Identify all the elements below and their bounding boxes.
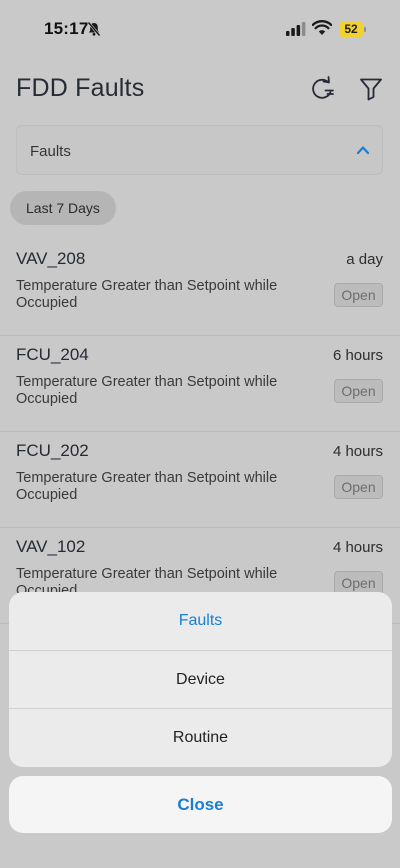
fault-list: VAV_208 a day Temperature Greater than S… bbox=[0, 240, 400, 624]
signal-icon bbox=[286, 22, 306, 36]
action-sheet: Faults Device Routine bbox=[9, 592, 392, 767]
fault-device-name: VAV_208 bbox=[16, 249, 86, 268]
close-button[interactable]: Close bbox=[9, 776, 392, 833]
fault-type-dropdown[interactable]: Faults bbox=[16, 125, 383, 175]
wifi-icon bbox=[312, 20, 332, 35]
sheet-option-routine[interactable]: Routine bbox=[9, 709, 392, 767]
battery-indicator: 52 bbox=[339, 21, 367, 38]
fault-description: Temperature Greater than Setpoint while … bbox=[16, 278, 278, 311]
fault-device-name: FCU_202 bbox=[16, 441, 89, 460]
fault-description: Temperature Greater than Setpoint while … bbox=[16, 374, 278, 407]
status-badge: Open bbox=[334, 475, 383, 499]
fault-list-item[interactable]: FCU_202 4 hours Temperature Greater than… bbox=[0, 432, 400, 528]
bell-muted-icon bbox=[87, 21, 101, 37]
page-title: FDD Faults bbox=[16, 74, 145, 102]
dropdown-selected-value: Faults bbox=[30, 143, 71, 160]
status-badge: Open bbox=[334, 283, 383, 307]
sheet-option-device[interactable]: Device bbox=[9, 651, 392, 709]
date-range-chip[interactable]: Last 7 Days bbox=[10, 191, 116, 225]
refresh-icon[interactable] bbox=[308, 75, 336, 103]
fault-time-ago: 4 hours bbox=[332, 443, 383, 460]
fault-time-ago: 4 hours bbox=[332, 539, 383, 556]
fault-list-item[interactable]: VAV_208 a day Temperature Greater than S… bbox=[0, 240, 400, 336]
fault-time-ago: 6 hours bbox=[332, 347, 383, 364]
status-bar: 15:17 52 bbox=[0, 0, 400, 58]
chevron-up-icon bbox=[356, 146, 370, 155]
fault-list-item[interactable]: FCU_204 6 hours Temperature Greater than… bbox=[0, 336, 400, 432]
fault-time-ago: a day bbox=[346, 251, 383, 268]
fault-description: Temperature Greater than Setpoint while … bbox=[16, 470, 278, 503]
sheet-option-faults[interactable]: Faults bbox=[9, 592, 392, 651]
filter-icon[interactable] bbox=[358, 76, 384, 102]
battery-level: 52 bbox=[344, 22, 358, 36]
fault-device-name: VAV_102 bbox=[16, 537, 86, 556]
status-badge: Open bbox=[334, 379, 383, 403]
fault-device-name: FCU_204 bbox=[16, 345, 89, 364]
status-time: 15:17 bbox=[44, 19, 89, 38]
fdd-faults-screen: 15:17 52 FDD Faults Faults Last 7 Days V… bbox=[0, 0, 400, 868]
